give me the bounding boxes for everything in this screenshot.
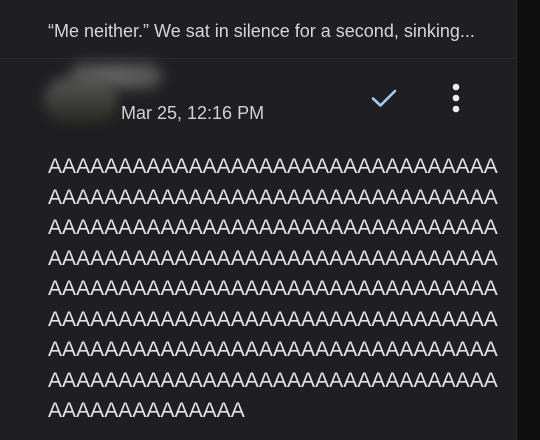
- comment-line: AAAAAAAAAAAAAA: [48, 399, 245, 422]
- comment-line: AAAAAAAAAAAAAAAAAAAAAAAAAAAAAAAA: [48, 155, 498, 178]
- quoted-text-preview[interactable]: “Me neither.” We sat in silence for a se…: [48, 20, 498, 42]
- more-options-button[interactable]: [440, 80, 472, 116]
- avatar: [44, 78, 118, 122]
- divider: [0, 58, 516, 59]
- comment-line: AAAAAAAAAAAAAAAAAAAAAAAAAAAAAAAA: [48, 277, 498, 300]
- comment-line: AAAAAAAAAAAAAAAAAAAAAAAAAAAAAAAA: [48, 368, 498, 392]
- more-vert-icon: [452, 83, 460, 113]
- comment-line: AAAAAAAAAAAAAAAAAAAAAAAAAAAAAAAA: [48, 307, 498, 331]
- comment-card: “Me neither.” We sat in silence for a se…: [0, 0, 517, 440]
- comment-line: AAAAAAAAAAAAAAAAAAAAAAAAAAAAAAAA: [48, 185, 498, 209]
- comment-body: AAAAAAAAAAAAAAAAAAAAAAAAAAAAAAAA AAAAAAA…: [48, 152, 500, 427]
- comment-line: AAAAAAAAAAAAAAAAAAAAAAAAAAAAAAAA: [48, 246, 498, 270]
- comment-line: AAAAAAAAAAAAAAAAAAAAAAAAAAAAAAAA: [48, 338, 498, 361]
- comment-line: AAAAAAAAAAAAAAAAAAAAAAAAAAAAAAAA: [48, 216, 498, 239]
- check-icon: [371, 89, 397, 107]
- comment-timestamp: Mar 25, 12:16 PM: [121, 103, 265, 123]
- resolve-button[interactable]: [368, 82, 400, 114]
